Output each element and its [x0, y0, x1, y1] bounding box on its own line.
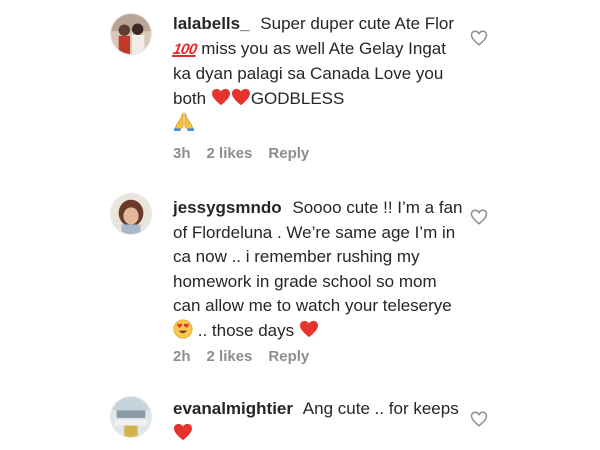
avatar[interactable] [110, 396, 152, 438]
comment-body: Super duper cute Ate Flor [260, 14, 455, 33]
reply-button[interactable]: Reply [268, 145, 309, 162]
comment-meta: 2h 2 likes Reply [173, 348, 309, 365]
red-heart-emoji-icon [211, 88, 231, 106]
comment-body: .. those days [197, 320, 295, 340]
like-heart-icon[interactable] [470, 208, 488, 226]
comment-body: Ang cute .. for keeps [302, 399, 459, 418]
avatar[interactable] [110, 193, 152, 235]
comment-body: GODBLESS [250, 88, 345, 108]
red-heart-emoji-icon [299, 320, 319, 338]
reply-button[interactable]: Reply [268, 348, 309, 365]
avatar[interactable] [110, 13, 152, 55]
red-heart-emoji-icon [231, 88, 251, 106]
comment-text: lalabells_ Super duper cute Ate Flor 100… [171, 12, 463, 136]
comment-likes-count[interactable]: 2 likes [207, 348, 253, 365]
comment-likes-count[interactable]: 2 likes [207, 145, 253, 162]
comment-username[interactable]: jessygsmndo [173, 198, 282, 217]
like-heart-icon[interactable] [470, 410, 488, 428]
heart-eyes-emoji-icon [173, 319, 193, 339]
comment-text: jessygsmndo Soooo cute !! I’m a fan of F… [173, 196, 463, 343]
comment-username[interactable]: evanalmightier [173, 399, 293, 418]
comment-time: 3h [173, 145, 191, 162]
comment-username[interactable]: lalabells_ [173, 14, 250, 33]
comment-text: evanalmightier Ang cute .. for keeps [173, 397, 463, 446]
red-heart-emoji-icon [173, 423, 193, 441]
like-heart-icon[interactable] [470, 29, 488, 47]
comment-time: 2h [173, 348, 191, 365]
praying-hands-emoji-icon [173, 111, 195, 131]
hundred-points-emoji-icon: 100 [171, 40, 199, 58]
comment-meta: 3h 2 likes Reply [173, 145, 309, 162]
